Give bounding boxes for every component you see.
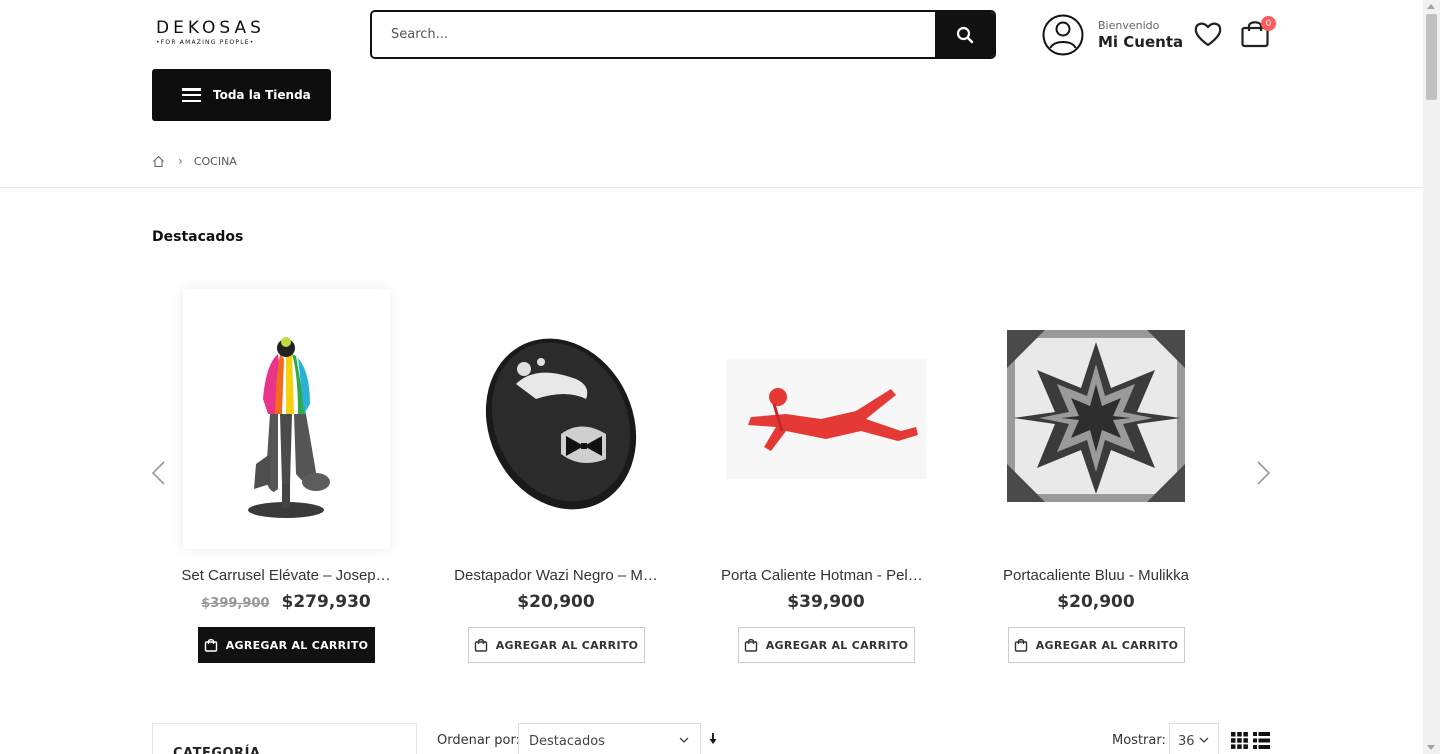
utensil-carousel-image <box>248 337 330 518</box>
chevron-right-icon: › <box>178 154 183 168</box>
all-store-label: Toda la Tienda <box>213 88 311 102</box>
star-trivet-image <box>1007 330 1185 502</box>
logo-tagline: •FOR AMAZING PEOPLE• <box>156 39 255 46</box>
heart-icon <box>1194 22 1222 47</box>
show-count-label: Mostrar: <box>1112 733 1166 748</box>
product-price: $39,900 <box>787 592 865 612</box>
scroll-up-arrow-icon[interactable] <box>1427 4 1435 9</box>
product-price: $20,900 <box>517 592 595 612</box>
add-to-cart-button[interactable]: AGREGAR AL CARRITO <box>197 627 375 663</box>
shopping-bag-icon <box>474 638 487 652</box>
shopping-bag-icon <box>744 638 757 652</box>
wishlist-button[interactable] <box>1193 20 1223 48</box>
sort-label: Ordenar por: <box>437 733 520 748</box>
product-card[interactable]: Portacaliente Bluu - Mulikka $20,900 AGR… <box>966 289 1226 663</box>
product-price: $279,930 <box>281 592 371 612</box>
product-image[interactable] <box>183 289 390 549</box>
product-image[interactable] <box>993 289 1200 549</box>
product-name[interactable]: Destapador Wazi Negro – M… <box>451 567 661 584</box>
home-icon[interactable] <box>152 155 165 168</box>
add-to-cart-label: AGREGAR AL CARRITO <box>1035 638 1179 652</box>
add-to-cart-button[interactable]: AGREGAR AL CARRITO <box>467 627 645 663</box>
breadcrumb: › COCINA <box>152 154 237 168</box>
search-button[interactable] <box>935 12 994 57</box>
bottle-opener-image <box>485 338 637 510</box>
product-name[interactable]: Set Carrusel Elévate – Josep… <box>181 567 391 584</box>
product-image[interactable] <box>723 289 930 549</box>
product-name[interactable]: Portacaliente Bluu - Mulikka <box>991 567 1201 584</box>
add-to-cart-label: AGREGAR AL CARRITO <box>225 638 369 652</box>
product-image[interactable] <box>453 289 660 549</box>
add-to-cart-button[interactable]: AGREGAR AL CARRITO <box>737 627 915 663</box>
page-scrollbar[interactable] <box>1423 0 1440 754</box>
logo-text: DEKOSAS <box>156 18 265 38</box>
product-card[interactable]: Destapador Wazi Negro – M… $20,900 AGREG… <box>426 289 686 663</box>
account-welcome-text: Bienvenido <box>1098 18 1160 32</box>
cart-button[interactable]: 0 <box>1240 16 1276 52</box>
product-card[interactable]: Porta Caliente Hotman - Pele… $39,900 AG… <box>696 289 956 663</box>
search-icon <box>956 26 973 43</box>
shopping-bag-icon <box>204 638 217 652</box>
section-title: Destacados <box>152 229 244 245</box>
add-to-cart-label: AGREGAR AL CARRITO <box>495 638 639 652</box>
add-to-cart-label: AGREGAR AL CARRITO <box>765 638 909 652</box>
chevron-down-icon <box>679 737 689 743</box>
hamburger-menu-icon <box>182 88 201 102</box>
grid-view-icon[interactable] <box>1231 732 1248 749</box>
site-logo[interactable]: DEKOSAS •FOR AMAZING PEOPLE• <box>156 19 272 46</box>
sort-selected-value: Destacados <box>529 734 605 749</box>
chevron-down-icon <box>1199 737 1209 743</box>
product-card[interactable]: Set Carrusel Elévate – Josep… $399,900 $2… <box>156 289 416 663</box>
add-to-cart-button[interactable]: AGREGAR AL CARRITO <box>1007 627 1185 663</box>
list-view-icon[interactable] <box>1253 732 1270 749</box>
scroll-down-arrow-icon[interactable] <box>1427 745 1435 750</box>
product-price: $20,900 <box>1057 592 1135 612</box>
product-old-price: $399,900 <box>201 596 270 611</box>
sort-direction-arrow-icon[interactable] <box>707 731 719 747</box>
header-divider <box>0 187 1423 188</box>
user-icon <box>1042 14 1084 56</box>
sort-select[interactable]: Destacados <box>518 723 701 754</box>
product-name[interactable]: Porta Caliente Hotman - Pele… <box>721 567 931 584</box>
account-name-text: Mi Cuenta <box>1098 32 1184 51</box>
account-link[interactable]: Bienvenido Mi Cuenta <box>1042 14 1183 56</box>
show-count-select[interactable]: 36 <box>1169 723 1219 754</box>
trivet-man-image <box>726 359 926 479</box>
category-title: CATEGORÍA <box>173 746 261 754</box>
search-bar <box>370 10 996 59</box>
show-count-value: 36 <box>1178 734 1195 749</box>
search-input[interactable] <box>372 12 935 57</box>
all-store-menu-button[interactable]: Toda la Tienda <box>152 69 331 121</box>
cart-count-badge: 0 <box>1261 16 1276 31</box>
breadcrumb-current[interactable]: COCINA <box>194 155 237 168</box>
category-sidebar-box: CATEGORÍA <box>152 723 417 754</box>
carousel-next-arrow-icon[interactable] <box>1256 460 1272 486</box>
shopping-bag-icon <box>1014 638 1027 652</box>
scroll-thumb[interactable] <box>1426 14 1437 100</box>
